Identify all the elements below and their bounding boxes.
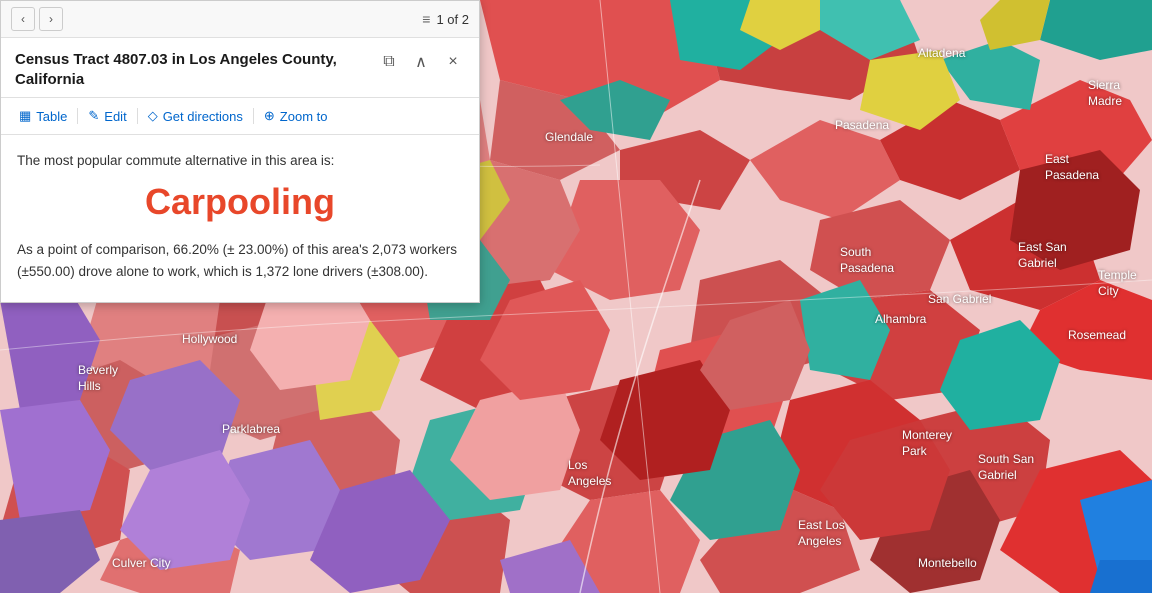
page-indicator: ≡ 1 of 2 — [422, 11, 469, 27]
collapse-button[interactable]: ∧ — [409, 50, 433, 74]
directions-button[interactable]: ◇ Get directions — [140, 104, 251, 128]
popup-title: Census Tract 4807.03 in Los Angeles Coun… — [15, 50, 355, 89]
table-label: Table — [36, 109, 67, 124]
toolbar: ▦ Table ✎ Edit ◇ Get directions ⊕ Zoom t… — [1, 98, 479, 135]
next-icon: › — [49, 12, 53, 26]
edit-label: Edit — [104, 109, 126, 124]
list-icon: ≡ — [422, 11, 430, 27]
toolbar-divider-3 — [253, 108, 254, 124]
copy-button[interactable]: ⧉ — [377, 50, 401, 74]
prev-icon: ‹ — [21, 12, 25, 26]
collapse-icon: ∧ — [415, 52, 427, 72]
table-icon: ▦ — [19, 108, 31, 124]
zoom-icon: ⊕ — [264, 108, 275, 124]
toolbar-divider-2 — [137, 108, 138, 124]
nav-bar: ‹ › ≡ 1 of 2 — [1, 1, 479, 38]
zoom-button[interactable]: ⊕ Zoom to — [256, 104, 336, 128]
page-display: 1 of 2 — [436, 12, 469, 27]
intro-text: The most popular commute alternative in … — [17, 151, 463, 171]
nav-arrows: ‹ › — [11, 7, 63, 31]
popup-content: The most popular commute alternative in … — [1, 135, 479, 302]
popup-panel: ‹ › ≡ 1 of 2 Census Tract 4807.03 in Los… — [0, 0, 480, 303]
copy-icon: ⧉ — [383, 53, 394, 71]
highlight-word: Carpooling — [17, 181, 463, 223]
toolbar-divider-1 — [77, 108, 78, 124]
edit-button[interactable]: ✎ Edit — [80, 104, 134, 128]
map-container: Glendale Pasadena SouthPasadena East San… — [0, 0, 1152, 593]
prev-button[interactable]: ‹ — [11, 7, 35, 31]
close-icon: × — [448, 53, 457, 71]
zoom-label: Zoom to — [280, 109, 328, 124]
close-button[interactable]: × — [441, 50, 465, 74]
detail-text: As a point of comparison, 66.20% (± 23.0… — [17, 239, 463, 282]
title-bar: Census Tract 4807.03 in Los Angeles Coun… — [1, 38, 479, 98]
directions-icon: ◇ — [148, 108, 158, 124]
title-actions: ⧉ ∧ × — [377, 50, 465, 74]
directions-label: Get directions — [163, 109, 243, 124]
table-button[interactable]: ▦ Table — [11, 104, 75, 128]
edit-icon: ✎ — [88, 108, 99, 124]
next-button[interactable]: › — [39, 7, 63, 31]
